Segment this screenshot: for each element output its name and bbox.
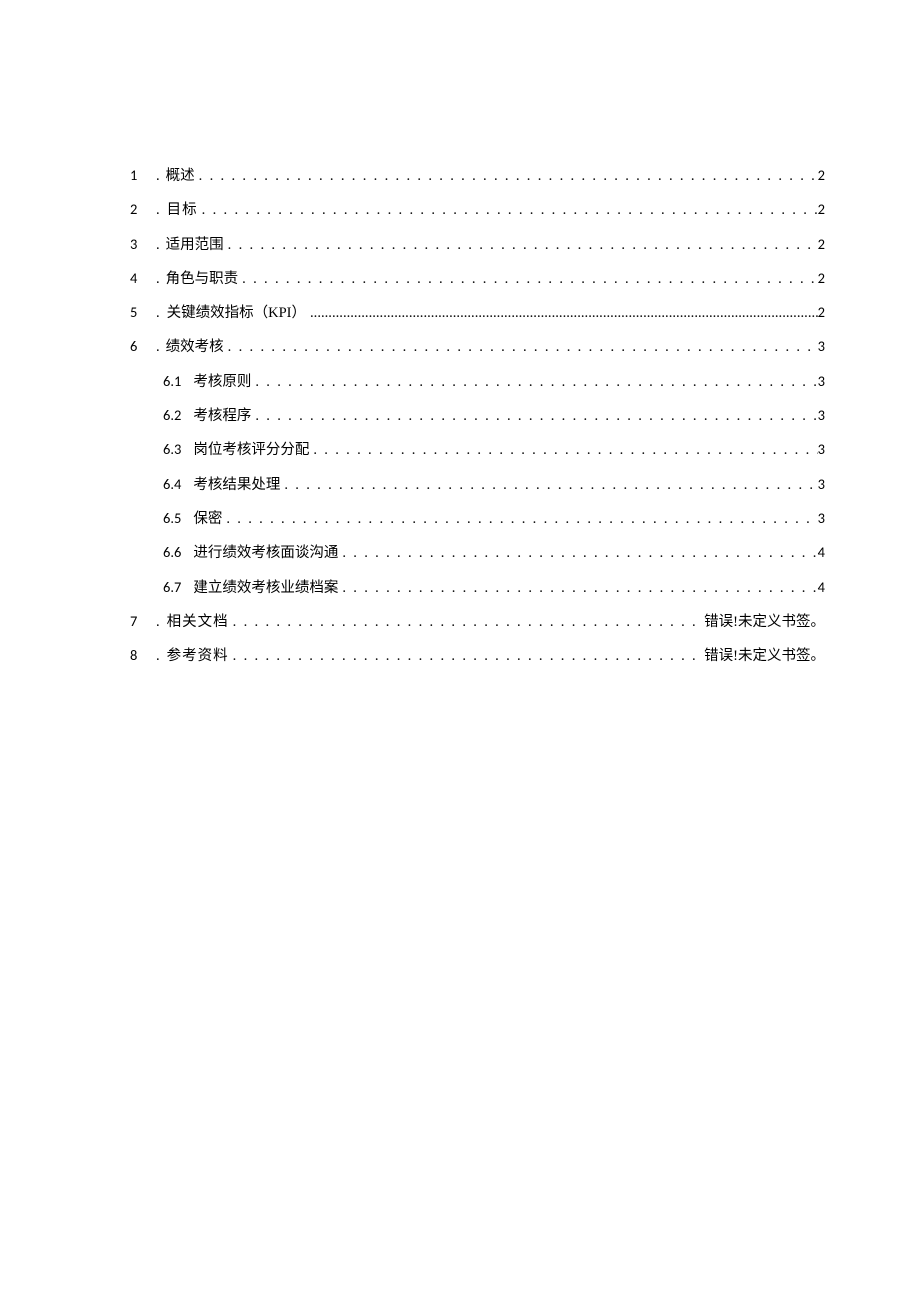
- toc-entry: 6 . 绩效考核 . . . . . . . . . . . . . . . .…: [130, 336, 825, 357]
- toc-entry: 8 . 参考资料 . . . . . . . . . . . . . . . .…: [130, 645, 825, 666]
- toc-subentry: 6.1 考核原则 . . . . . . . . . . . . . . . .…: [130, 371, 825, 392]
- toc-separator: .: [156, 166, 160, 186]
- toc-title: 考核程序: [193, 406, 251, 426]
- toc-title: 岗位考核评分分配: [193, 440, 309, 460]
- toc-subentry: 6.5 保密 . . . . . . . . . . . . . . . . .…: [130, 508, 825, 529]
- table-of-contents: 1 . 概述 . . . . . . . . . . . . . . . . .…: [130, 165, 825, 666]
- toc-page: 2: [818, 268, 825, 288]
- toc-title: 绩效考核: [166, 337, 224, 357]
- toc-page-error: 错误!未定义书签。: [704, 646, 825, 666]
- toc-title: 建立绩效考核业绩档案: [193, 578, 338, 598]
- toc-subentry: 6.2 考核程序 . . . . . . . . . . . . . . . .…: [130, 405, 825, 426]
- toc-number: 6.7: [163, 577, 181, 597]
- toc-leader: . . . . . . . . . . . . . . . . . . . . …: [309, 439, 817, 459]
- toc-title: 相关文档: [167, 612, 229, 632]
- toc-page: 3: [818, 405, 825, 425]
- toc-page: 3: [818, 439, 825, 459]
- toc-separator: .: [156, 200, 161, 220]
- toc-number: 7: [130, 611, 148, 631]
- toc-number: 6.4: [163, 474, 181, 494]
- toc-leader: . . . . . . . . . . . . . . . . . . . . …: [251, 371, 817, 391]
- toc-page: 3: [818, 474, 825, 494]
- toc-separator: .: [156, 303, 161, 323]
- toc-separator: .: [156, 269, 160, 289]
- toc-number: 6.2: [163, 405, 181, 425]
- toc-entry: 7 . 相关文档 . . . . . . . . . . . . . . . .…: [130, 611, 825, 632]
- toc-entry: 5 . 关键绩效指标（KPI） ........................…: [130, 302, 825, 323]
- toc-page: 2: [818, 199, 825, 219]
- toc-number: 4: [130, 268, 148, 288]
- toc-leader: ........................................…: [306, 302, 818, 322]
- toc-page: 2: [818, 165, 825, 185]
- toc-page: 3: [818, 371, 825, 391]
- toc-subentry: 6.3 岗位考核评分分配 . . . . . . . . . . . . . .…: [130, 439, 825, 460]
- toc-separator: .: [156, 612, 161, 632]
- toc-entry: 4 . 角色与职责 . . . . . . . . . . . . . . . …: [130, 268, 825, 289]
- toc-title: 考核结果处理: [193, 475, 280, 495]
- toc-page: 4: [818, 542, 825, 562]
- toc-title: 角色与职责: [166, 269, 239, 289]
- toc-leader: . . . . . . . . . . . . . . . . . . . . …: [229, 611, 705, 631]
- toc-leader: . . . . . . . . . . . . . . . . . . . . …: [251, 405, 817, 425]
- toc-title: 参考资料: [167, 646, 229, 666]
- toc-leader: . . . . . . . . . . . . . . . . . . . . …: [229, 645, 705, 665]
- toc-page-error: 错误!未定义书签。: [704, 612, 825, 632]
- toc-number: 6.3: [163, 439, 181, 459]
- toc-leader: . . . . . . . . . . . . . . . . . . . . …: [224, 234, 818, 254]
- toc-page: 2: [818, 302, 825, 322]
- toc-title: 关键绩效指标（KPI）: [167, 303, 306, 323]
- toc-number: 6.6: [163, 542, 181, 562]
- toc-title: 适用范围: [166, 235, 224, 255]
- toc-page: 4: [818, 577, 825, 597]
- toc-subentry: 6.6 进行绩效考核面谈沟通 . . . . . . . . . . . . .…: [130, 542, 825, 563]
- toc-entry: 1 . 概述 . . . . . . . . . . . . . . . . .…: [130, 165, 825, 186]
- toc-number: 6.5: [163, 508, 181, 528]
- toc-leader: . . . . . . . . . . . . . . . . . . . . …: [198, 199, 818, 219]
- toc-number: 6: [130, 336, 148, 356]
- toc-number: 6.1: [163, 371, 181, 391]
- toc-title: 保密: [193, 509, 222, 529]
- toc-page: 2: [818, 234, 825, 254]
- toc-page: 3: [818, 508, 825, 528]
- toc-entry: 2 . 目标 . . . . . . . . . . . . . . . . .…: [130, 199, 825, 220]
- toc-number: 3: [130, 234, 148, 254]
- toc-separator: .: [156, 235, 160, 255]
- toc-number: 8: [130, 645, 148, 665]
- toc-leader: . . . . . . . . . . . . . . . . . . . . …: [238, 268, 818, 288]
- toc-leader: . . . . . . . . . . . . . . . . . . . . …: [222, 508, 817, 528]
- toc-number: 2: [130, 199, 148, 219]
- toc-title: 概述: [166, 166, 195, 186]
- toc-subentry: 6.7 建立绩效考核业绩档案 . . . . . . . . . . . . .…: [130, 577, 825, 598]
- toc-leader: . . . . . . . . . . . . . . . . . . . . …: [224, 336, 818, 356]
- toc-leader: . . . . . . . . . . . . . . . . . . . . …: [338, 577, 817, 597]
- toc-leader: . . . . . . . . . . . . . . . . . . . . …: [195, 165, 818, 185]
- toc-leader: . . . . . . . . . . . . . . . . . . . . …: [280, 474, 817, 494]
- toc-leader: . . . . . . . . . . . . . . . . . . . . …: [338, 542, 817, 562]
- toc-title: 进行绩效考核面谈沟通: [193, 543, 338, 563]
- toc-page: 3: [818, 336, 825, 356]
- toc-number: 1: [130, 165, 148, 185]
- toc-title: 考核原则: [193, 372, 251, 392]
- toc-entry: 3 . 适用范围 . . . . . . . . . . . . . . . .…: [130, 234, 825, 255]
- toc-separator: .: [156, 337, 160, 357]
- toc-number: 5: [130, 302, 148, 322]
- toc-subentry: 6.4 考核结果处理 . . . . . . . . . . . . . . .…: [130, 474, 825, 495]
- toc-separator: .: [156, 646, 161, 666]
- toc-title: 目标: [167, 200, 198, 220]
